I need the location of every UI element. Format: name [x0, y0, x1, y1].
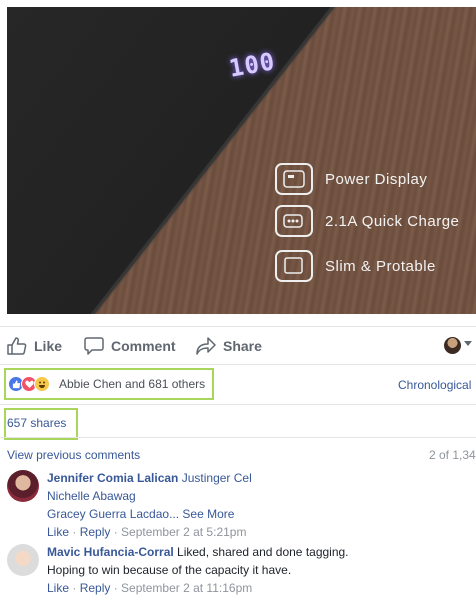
- tagged-user[interactable]: Justinger Cel: [182, 471, 252, 485]
- shares-row: 657 shares: [0, 404, 476, 440]
- avatar[interactable]: [7, 470, 39, 502]
- share-button[interactable]: Share: [196, 337, 262, 355]
- share-icon: [196, 337, 216, 355]
- product-image[interactable]: 100 Power Display 2.1A Quick Charge Slim…: [7, 7, 476, 314]
- haha-reaction-icon: [34, 376, 50, 392]
- comment-body: Jennifer Comia Lalican Justinger Cel Nic…: [47, 470, 476, 540]
- shares-count-link[interactable]: 657 shares: [7, 416, 66, 430]
- reactions-summary-link[interactable]: Abbie Chen and 681 others: [59, 377, 205, 391]
- comment-timestamp[interactable]: September 2 at 11:16pm: [121, 581, 252, 595]
- battery-charge-icon: [275, 205, 313, 237]
- comment-text: Liked, shared and done tagging.: [177, 545, 349, 559]
- power-display-icon: [275, 163, 313, 195]
- comment-like-link[interactable]: Like: [47, 581, 69, 595]
- avatar[interactable]: [444, 337, 461, 354]
- avatar[interactable]: [7, 544, 39, 576]
- reaction-icons[interactable]: [8, 376, 50, 392]
- feature-power-display: Power Display: [275, 163, 427, 195]
- comment-author[interactable]: Jennifer Comia Lalican: [47, 471, 178, 485]
- comment-reply-link[interactable]: Reply: [80, 525, 111, 539]
- view-previous-comments-link[interactable]: View previous comments: [7, 448, 140, 462]
- like-label: Like: [34, 338, 63, 354]
- post-actions-bar: Like Comment Share: [0, 326, 476, 364]
- chevron-down-icon[interactable]: [464, 341, 472, 346]
- comment-label: Comment: [111, 338, 176, 354]
- comment-text: Hoping to win because of the capacity it…: [47, 563, 292, 577]
- feature-label: 2.1A Quick Charge: [325, 212, 460, 230]
- comment-button[interactable]: Comment: [84, 337, 176, 355]
- see-more-link[interactable]: See More: [182, 507, 234, 521]
- tagged-user[interactable]: Gracey Guerra Lacdao...: [47, 507, 179, 521]
- slim-device-icon: [275, 250, 313, 282]
- comment-timestamp[interactable]: September 2 at 5:21pm: [121, 525, 246, 539]
- reactions-row: Abbie Chen and 681 others Chronological: [0, 364, 476, 405]
- like-button[interactable]: Like: [7, 337, 62, 355]
- comment-count: 2 of 1,34: [429, 448, 476, 462]
- comment-body: Mavic Hufancia-Corral Liked, shared and …: [47, 544, 476, 596]
- comments-section: View previous comments 2 of 1,34 Jennife…: [0, 437, 476, 596]
- tagged-user[interactable]: Nichelle Abawag: [47, 489, 136, 503]
- feature-label: Slim & Protable: [325, 257, 436, 275]
- feature-label: Power Display: [325, 170, 428, 188]
- comment-icon: [84, 337, 104, 355]
- comment-meta: Like · Reply · September 2 at 11:16pm: [47, 581, 253, 595]
- share-label: Share: [223, 338, 262, 354]
- feature-slim: Slim & Protable: [275, 250, 436, 282]
- comment-like-link[interactable]: Like: [47, 525, 69, 539]
- sort-order-link[interactable]: Chronological: [398, 378, 471, 392]
- feature-quick-charge: 2.1A Quick Charge: [275, 205, 459, 237]
- comment-author[interactable]: Mavic Hufancia-Corral: [47, 545, 174, 559]
- thumbs-up-icon: [7, 337, 27, 355]
- comment-reply-link[interactable]: Reply: [80, 581, 111, 595]
- comment-meta: Like · Reply · September 2 at 5:21pm: [47, 525, 247, 539]
